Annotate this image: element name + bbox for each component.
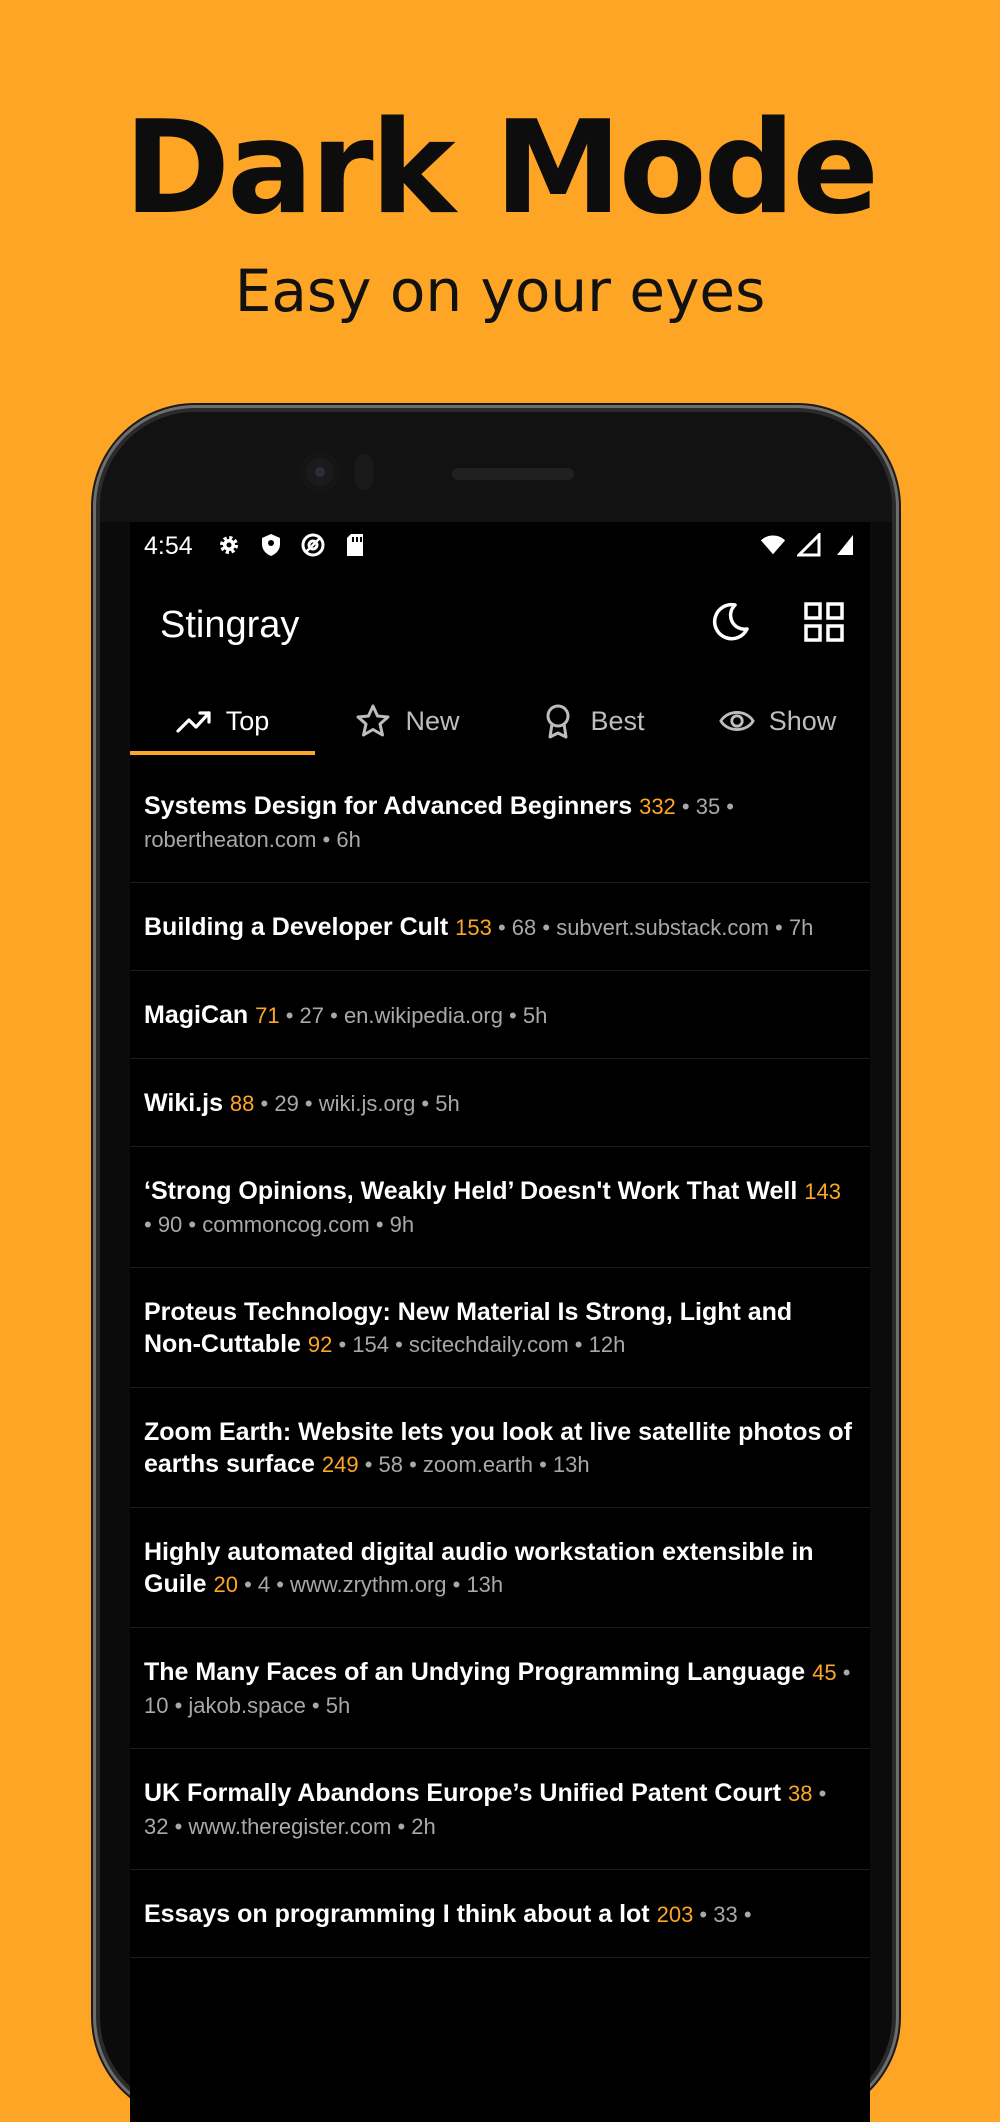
story-points: 20 — [213, 1572, 238, 1597]
signal-icon — [796, 532, 822, 558]
story-points: 143 — [804, 1179, 841, 1204]
story-title: Wiki.js — [144, 1089, 223, 1117]
moon-icon — [709, 601, 751, 648]
feed-tabs: Top New Best Show — [130, 687, 870, 755]
settings-icon — [216, 532, 242, 558]
at-sign-icon — [300, 532, 326, 558]
tab-active-indicator — [130, 751, 315, 755]
tab-label-show: Show — [768, 705, 837, 736]
story-title: Systems Design for Advanced Beginners — [144, 792, 633, 820]
phone-volume-button — [893, 1040, 901, 1252]
tab-new[interactable]: New — [315, 687, 500, 755]
tab-best[interactable]: Best — [500, 687, 685, 755]
sd-card-icon — [342, 532, 368, 558]
tab-top[interactable]: Top — [130, 687, 315, 755]
status-right-icons — [760, 532, 858, 558]
tab-label-top: Top — [225, 705, 270, 736]
app-title: Stingray — [160, 604, 300, 646]
story-item[interactable]: The Many Faces of an Undying Programming… — [130, 1628, 870, 1749]
earpiece-speaker — [452, 468, 574, 480]
story-item[interactable]: Highly automated digital audio workstati… — [130, 1508, 870, 1628]
story-meta: • 58 • zoom.earth • 13h — [358, 1452, 590, 1477]
story-item[interactable]: Essays on programming I think about a lo… — [130, 1870, 870, 1958]
tab-label-best: Best — [590, 705, 645, 736]
story-points: 92 — [307, 1332, 333, 1357]
phone-top-bezel — [100, 412, 892, 522]
story-item[interactable]: Wiki.js 88 • 29 • wiki.js.org • 5h — [130, 1059, 870, 1147]
story-meta: • 27 • en.wikipedia.org • 5h — [279, 1003, 548, 1028]
story-item[interactable]: MagiCan 71 • 27 • en.wikipedia.org • 5h — [130, 971, 870, 1059]
story-title: UK Formally Abandons Europe’s Unified Pa… — [144, 1779, 782, 1807]
story-points: 71 — [255, 1003, 280, 1028]
story-item[interactable]: Systems Design for Advanced Beginners 33… — [130, 762, 870, 883]
story-points: 88 — [229, 1091, 255, 1116]
story-points: 249 — [321, 1452, 359, 1477]
phone-side-button — [893, 828, 901, 932]
app-bar: Stingray — [130, 574, 870, 674]
shield-icon — [258, 532, 284, 558]
status-time: 4:54 — [144, 532, 193, 560]
hero-title: Dark Mode — [123, 94, 879, 243]
proximity-sensor — [355, 454, 373, 490]
status-left-icons — [216, 532, 368, 558]
story-meta: • 68 • subvert.substack.com • 7h — [491, 915, 814, 940]
story-points: 153 — [455, 915, 492, 940]
story-meta: • 29 • wiki.js.org • 5h — [254, 1091, 460, 1116]
story-title: ‘Strong Opinions, Weakly Held’ Doesn't W… — [144, 1177, 798, 1205]
story-item[interactable]: Proteus Technology: New Material Is Stro… — [130, 1268, 870, 1388]
status-bar: 4:54 — [130, 522, 870, 574]
phone-screen: 4:54 Stingray Top New Best Show Systems … — [130, 522, 870, 2122]
story-meta: • 154 • scitechdaily.com • 12h — [332, 1332, 626, 1357]
story-title: MagiCan — [144, 1001, 249, 1029]
eye-icon — [718, 703, 755, 739]
battery-icon — [832, 532, 858, 558]
story-item[interactable]: ‘Strong Opinions, Weakly Held’ Doesn't W… — [130, 1147, 870, 1268]
star-icon — [355, 703, 391, 739]
layout-grid-button[interactable] — [798, 598, 850, 650]
story-meta: • 90 • commoncog.com • 9h — [144, 1212, 415, 1237]
hero-subtitle: Easy on your eyes — [234, 257, 766, 325]
story-list: Systems Design for Advanced Beginners 33… — [130, 762, 870, 1958]
front-camera — [300, 452, 340, 492]
story-title: Building a Developer Cult — [144, 913, 449, 941]
story-points: 38 — [788, 1781, 813, 1806]
story-meta: • 33 • — [693, 1902, 752, 1927]
wifi-icon — [760, 532, 786, 558]
grid-icon — [803, 601, 845, 648]
story-item[interactable]: Zoom Earth: Website lets you look at liv… — [130, 1388, 870, 1508]
story-points: 45 — [812, 1660, 837, 1685]
phone-frame: 4:54 Stingray Top New Best Show Systems … — [100, 412, 892, 2122]
tab-label-new: New — [405, 705, 460, 736]
story-points: 203 — [656, 1902, 694, 1927]
story-points: 332 — [639, 794, 676, 819]
story-meta: • 4 • www.zrythm.org • 13h — [237, 1572, 504, 1597]
story-item[interactable]: Building a Developer Cult 153 • 68 • sub… — [130, 883, 870, 971]
story-title: Essays on programming I think about a lo… — [144, 1900, 650, 1928]
dark-mode-toggle-button[interactable] — [704, 598, 756, 650]
tab-show[interactable]: Show — [685, 687, 870, 755]
story-item[interactable]: UK Formally Abandons Europe’s Unified Pa… — [130, 1749, 870, 1870]
story-title: The Many Faces of an Undying Programming… — [144, 1658, 806, 1686]
award-icon — [540, 703, 576, 739]
trending-up-icon — [176, 703, 212, 739]
